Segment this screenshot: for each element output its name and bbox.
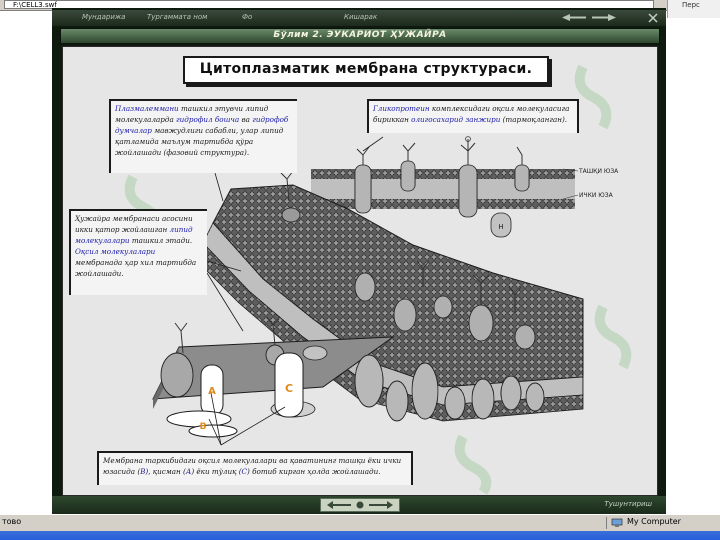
side-pane-tab[interactable]: Перс bbox=[667, 0, 720, 18]
annotation-text: ) ёки тўлиқ ( bbox=[191, 467, 242, 476]
next-slide-icon[interactable] bbox=[369, 501, 393, 509]
annotation-text: (тармоқланган). bbox=[500, 115, 568, 124]
annotation-membrane-proteins: Мембрана таркибидаги оқсил молекулалари … bbox=[97, 451, 413, 485]
outer-surface-label: ТАШҚИ ЮЗА bbox=[578, 168, 619, 175]
explain-button[interactable]: Тушунтириш bbox=[604, 500, 652, 508]
annotation-text: ва bbox=[239, 115, 253, 124]
computer-icon bbox=[611, 518, 623, 527]
section-title: Бўлим 2. ЭУКАРИОТ ҲУЖАЙРА bbox=[273, 30, 447, 40]
protein-a-label: А bbox=[208, 386, 216, 397]
home-icon[interactable] bbox=[356, 501, 364, 509]
annotation-glycoprotein: Гликопротеин комплексидаги оқсил молекул… bbox=[367, 99, 579, 133]
svg-text:Н: Н bbox=[498, 223, 503, 231]
menu-bar: Мундарижа Тургаммата ном Фо Кишарак bbox=[52, 10, 666, 26]
protein-a: А bbox=[200, 364, 224, 416]
annotation-text: ) ботиб кирган ҳолда жойлашади. bbox=[247, 467, 381, 476]
protein-b: В bbox=[166, 410, 238, 438]
highlight-term: олигосахарид занжири bbox=[411, 115, 501, 124]
close-icon[interactable] bbox=[648, 13, 658, 23]
menu-item-glossary[interactable]: Тургаммата ном bbox=[147, 13, 207, 21]
inner-surface-label: ИЧКИ ЮЗА bbox=[579, 192, 614, 199]
zone-indicator: My Computer bbox=[606, 517, 719, 529]
section-title-bar: Бўлим 2. ЭУКАРИОТ ҲУЖАЙРА bbox=[60, 28, 660, 44]
menu-item-contents[interactable]: Мундарижа bbox=[82, 13, 125, 21]
highlight-term: Гликопротеин bbox=[373, 104, 430, 113]
flash-frame: Мундарижа Тургаммата ном Фо Кишарак Бўли… bbox=[52, 8, 666, 514]
highlight-term: Оқсил молекулалари bbox=[75, 247, 156, 256]
taskbar bbox=[0, 531, 720, 540]
status-bar: тово My Computer bbox=[0, 514, 720, 531]
annotation-text: ), қисман ( bbox=[145, 467, 186, 476]
highlight-term: Плазмалеммани bbox=[115, 104, 179, 113]
slide-content: Цитоплазматик мембрана структураси. Н ТА… bbox=[62, 46, 658, 496]
highlight-term: гидрофил бошча bbox=[176, 115, 240, 124]
menu-item-short[interactable]: Кишарак bbox=[344, 13, 377, 21]
annotation-plasmalemma: Плазмалеммани ташкил этувчи липид молеку… bbox=[109, 99, 297, 173]
side-pane-label: Перс bbox=[682, 1, 700, 9]
protein-c: С bbox=[274, 352, 304, 418]
protein-b-label: В bbox=[200, 422, 207, 432]
protein-c-label: С bbox=[285, 382, 293, 395]
annotation-text: ташкил этади. bbox=[129, 236, 193, 245]
bottom-nav-bar: Тушунтириш bbox=[52, 496, 666, 514]
back-arrow-icon[interactable] bbox=[562, 14, 586, 21]
annotation-lipid-bilayer: Ҳужайра мембранаси асосини икки қатор жо… bbox=[69, 209, 207, 295]
prev-slide-icon[interactable] bbox=[327, 501, 351, 509]
zone-label: My Computer bbox=[627, 517, 681, 526]
slide-navigator bbox=[320, 498, 400, 512]
status-text: тово bbox=[2, 517, 22, 526]
forward-arrow-icon[interactable] bbox=[592, 14, 616, 21]
menu-item-fo[interactable]: Фо bbox=[242, 13, 252, 21]
annotation-text: мембранада ҳар хил тартибда жойлашади. bbox=[75, 258, 197, 278]
